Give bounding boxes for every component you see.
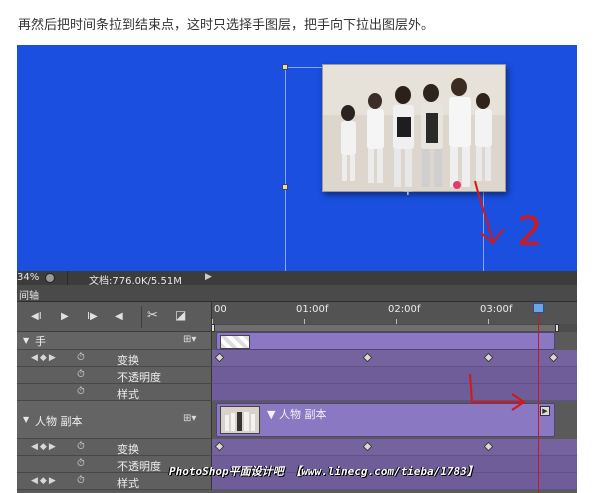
playhead-handle[interactable] bbox=[533, 303, 544, 313]
red-annotation-arrow: 2 bbox=[474, 180, 542, 255]
property-row: ◀◆▶ ⏱ 变换 bbox=[17, 439, 577, 456]
stopwatch-icon[interactable]: ⏱ bbox=[77, 369, 85, 380]
layer-name: 人物 副本 bbox=[35, 415, 83, 428]
group-photo-image bbox=[322, 64, 506, 192]
work-area-start-handle[interactable] bbox=[211, 324, 215, 332]
transform-handle[interactable] bbox=[282, 184, 288, 190]
clip-name: ▼ 人物 副本 bbox=[267, 408, 327, 421]
ruler-label: 00 bbox=[214, 304, 227, 315]
annotation-number: 2 bbox=[517, 209, 542, 255]
work-area-bar[interactable] bbox=[211, 324, 577, 332]
timeline-tab-label: 间轴 bbox=[19, 291, 39, 302]
keyframe[interactable] bbox=[548, 352, 559, 363]
property-name: 不透明度 bbox=[117, 371, 161, 384]
stopwatch-icon[interactable]: ⏱ bbox=[77, 475, 85, 486]
film-icon[interactable]: ⊞▾ bbox=[183, 334, 196, 345]
time-ruler[interactable]: 00 01:00f 02:00f 03:00f bbox=[211, 302, 577, 324]
red-annotation-arrow bbox=[469, 373, 526, 411]
collapse-triangle-icon[interactable]: ▼ bbox=[23, 415, 29, 424]
watermark: PhotoShop平面设计吧 【www.linecg.com/tieba/178… bbox=[169, 465, 478, 478]
layer-name: 手 bbox=[35, 335, 46, 348]
property-name: 变换 bbox=[117, 354, 139, 367]
photoshop-screenshot: ✛ 2 34% 文档:776.0K/5.51M ▶ 间轴 ◀I ▶ I▶ ◀ ✂… bbox=[17, 45, 577, 493]
keyframe[interactable] bbox=[483, 352, 494, 363]
first-frame-button[interactable]: ◀I bbox=[31, 311, 42, 322]
clip-end-icon[interactable]: ▶ bbox=[540, 406, 550, 416]
ruler-label: 01:00f bbox=[296, 304, 329, 315]
stopwatch-icon[interactable]: ⏱ bbox=[77, 458, 85, 469]
stopwatch-icon[interactable]: ⏱ bbox=[77, 441, 85, 452]
transform-center-icon[interactable]: ✛ bbox=[403, 184, 413, 198]
timeline-panel-tab[interactable]: 间轴 bbox=[17, 285, 577, 302]
next-frame-button[interactable]: I▶ bbox=[87, 311, 98, 322]
keyframe-navigator-icon[interactable]: ◀◆▶ bbox=[31, 353, 58, 363]
work-area-end-handle[interactable] bbox=[555, 324, 559, 332]
keyframe[interactable] bbox=[214, 352, 225, 363]
ruler-label: 02:00f bbox=[388, 304, 421, 315]
layer-row-hand[interactable]: ▼ 手 ⊞▾ bbox=[17, 332, 577, 350]
keyframe[interactable] bbox=[362, 352, 373, 363]
transform-handle[interactable] bbox=[282, 64, 288, 70]
property-name: 样式 bbox=[117, 477, 139, 490]
property-name: 变换 bbox=[117, 443, 139, 456]
play-button[interactable]: ▶ bbox=[61, 311, 69, 322]
property-name: 不透明度 bbox=[117, 460, 161, 473]
playback-controls: ◀I ▶ I▶ ◀ ✂ ◪ bbox=[17, 302, 211, 332]
property-name: 样式 bbox=[117, 388, 139, 401]
stopwatch-icon[interactable]: ⏱ bbox=[77, 386, 85, 397]
status-menu-arrow-icon[interactable]: ▶ bbox=[205, 272, 212, 282]
zoom-level[interactable]: 34% bbox=[17, 272, 39, 283]
property-row: ◀◆▶ ⏱ 变换 bbox=[17, 350, 577, 367]
playhead-line[interactable] bbox=[538, 306, 539, 493]
keyframe-navigator-icon[interactable]: ◀◆▶ bbox=[31, 476, 58, 486]
status-bar: 34% 文档:776.0K/5.51M ▶ bbox=[17, 271, 577, 287]
zoom-icon[interactable] bbox=[45, 273, 55, 283]
ruler-label: 03:00f bbox=[480, 304, 513, 315]
keyframe[interactable] bbox=[362, 441, 373, 452]
keyframe[interactable] bbox=[214, 441, 225, 452]
tutorial-caption: 再然后把时间条拉到结束点，这时只选择手图层，把手向下拉出图层外。 bbox=[18, 18, 435, 33]
audio-button[interactable]: ◀ bbox=[115, 311, 123, 322]
transition-button[interactable]: ◪ bbox=[175, 308, 186, 322]
stopwatch-icon[interactable]: ⏱ bbox=[77, 352, 85, 363]
clip-hand[interactable] bbox=[216, 332, 555, 350]
collapse-triangle-icon[interactable]: ▼ bbox=[23, 336, 29, 345]
document-canvas[interactable]: ✛ 2 bbox=[17, 45, 577, 292]
clip-thumbnail bbox=[220, 335, 250, 349]
clip-thumbnail bbox=[220, 406, 260, 434]
split-clip-button[interactable]: ✂ bbox=[147, 308, 158, 323]
keyframe[interactable] bbox=[483, 441, 494, 452]
keyframe-navigator-icon[interactable]: ◀◆▶ bbox=[31, 442, 58, 452]
film-icon[interactable]: ⊞▾ bbox=[183, 413, 196, 424]
